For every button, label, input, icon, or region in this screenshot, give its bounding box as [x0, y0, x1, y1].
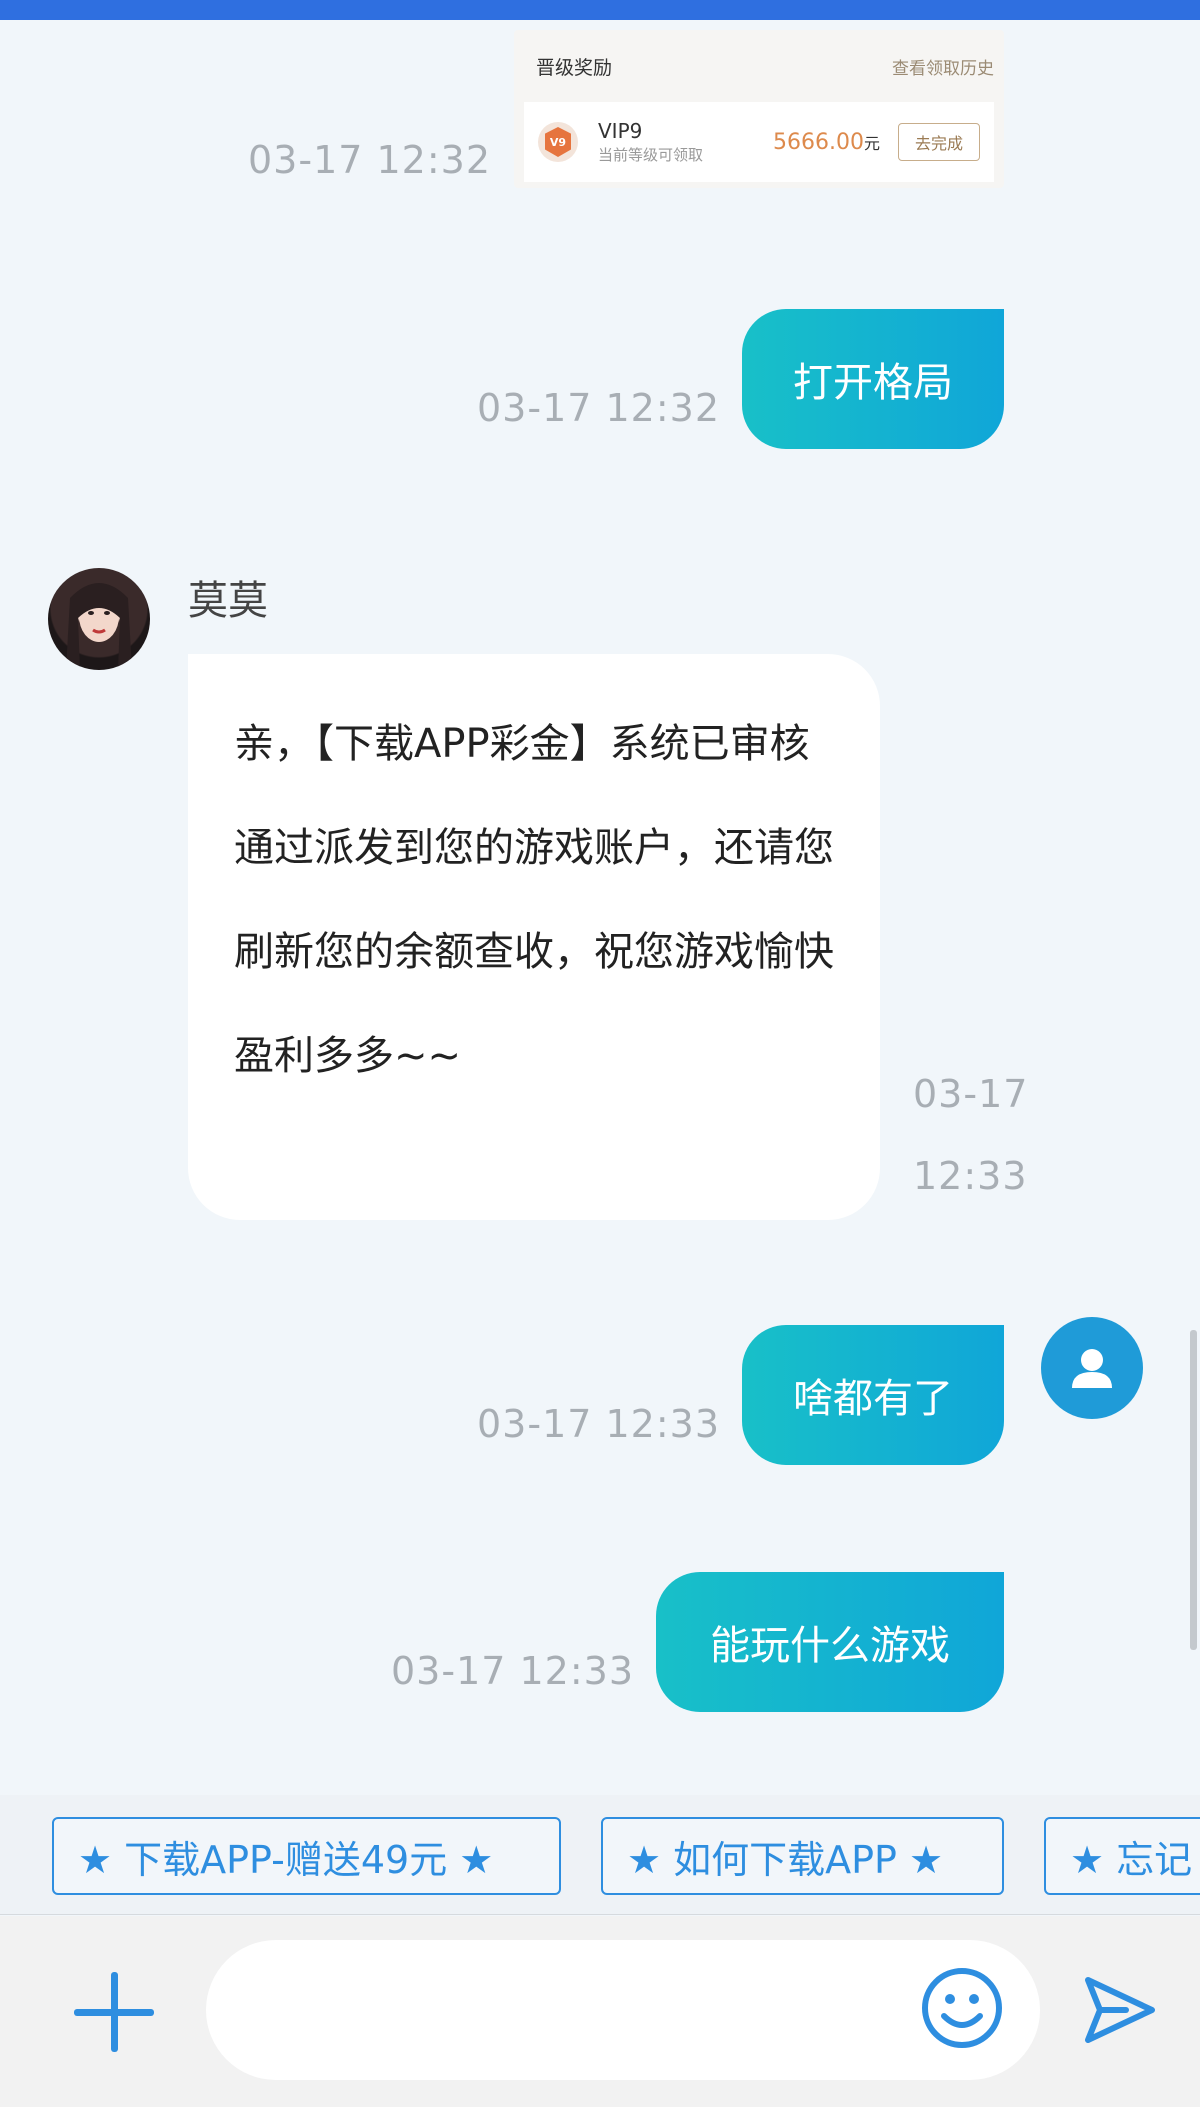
outgoing-message-bubble[interactable]: 啥都有了 [742, 1325, 1004, 1465]
vip-badge-label: V9 [545, 127, 571, 157]
vip-badge-icon: V9 [538, 122, 578, 162]
message-timestamp-date: 03-17 [913, 1072, 1029, 1116]
amount-unit: 元 [863, 133, 880, 153]
incoming-message-text: 亲，【下载APP彩金】系统已审核通过派发到您的游戏账户，还请您刷新您的余额查收，… [234, 721, 834, 1079]
card-title: 晋级奖励 [536, 56, 613, 79]
status-bar [0, 0, 1200, 20]
vip-level: VIP9 [598, 119, 643, 143]
sender-name: 莫莫 [188, 578, 268, 624]
quick-reply-how-to-download[interactable]: ★ 如何下载APP ★ [601, 1817, 1004, 1895]
plus-icon[interactable] [74, 1972, 154, 2052]
message-timestamp-time: 12:33 [913, 1154, 1028, 1198]
scrollbar[interactable] [1190, 1330, 1197, 1650]
message-timestamp: 03-17 12:33 [391, 1649, 635, 1693]
agent-photo [66, 583, 132, 670]
outgoing-message-bubble[interactable]: 打开格局 [742, 309, 1004, 449]
card-header: 晋级奖励 查看领取历史 [524, 30, 994, 102]
amount-value: 5666.00 [773, 129, 864, 155]
vip-subtitle: 当前等级可领取 [598, 146, 704, 164]
agent-avatar[interactable] [48, 568, 150, 670]
outgoing-message-bubble[interactable]: 能玩什么游戏 [656, 1572, 1004, 1712]
composer-bar [0, 1916, 1200, 2107]
complete-button: 去完成 [898, 123, 980, 161]
quick-reply-bar: ★ 下载APP-赠送49元 ★ ★ 如何下载APP ★ ★ 忘记 [0, 1795, 1200, 1915]
quick-reply-forgot[interactable]: ★ 忘记 [1044, 1817, 1200, 1895]
view-history-link: 查看领取历史 [892, 58, 994, 79]
reward-amount: 5666.00 元 [773, 130, 880, 155]
quick-reply-download-bonus[interactable]: ★ 下载APP-赠送49元 ★ [52, 1817, 561, 1895]
message-timestamp: 03-17 12:32 [248, 138, 492, 182]
incoming-message-bubble[interactable]: 亲，【下载APP彩金】系统已审核通过派发到您的游戏账户，还请您刷新您的余额查收，… [188, 654, 880, 1220]
smiley-icon[interactable] [920, 1966, 1004, 2050]
message-timestamp: 03-17 12:32 [477, 386, 721, 430]
shared-image-message[interactable]: 晋级奖励 查看领取历史 V9 VIP9 当前等级可领取 5666.00 元 去完… [514, 30, 1004, 188]
vip-reward-row: V9 VIP9 当前等级可领取 5666.00 元 去完成 [524, 102, 994, 182]
message-input[interactable] [206, 1940, 1040, 2080]
message-timestamp: 03-17 12:33 [477, 1402, 721, 1446]
user-silhouette-icon [1072, 1349, 1112, 1388]
user-avatar[interactable] [1041, 1317, 1143, 1419]
send-icon[interactable] [1082, 1972, 1158, 2048]
